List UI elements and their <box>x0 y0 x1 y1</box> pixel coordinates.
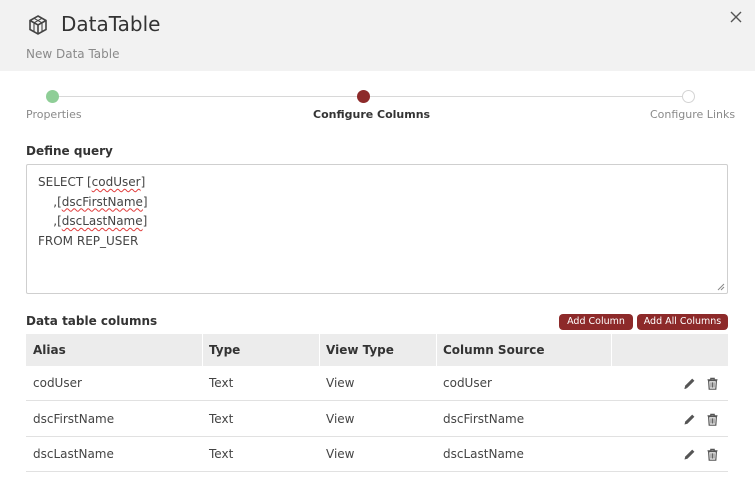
query-line-2: ,[dscFirstName] <box>38 194 148 209</box>
query-line-4: FROM REP_USER <box>38 233 139 248</box>
cell-alias: codUser <box>33 376 82 390</box>
column-header-alias: Alias <box>33 343 66 357</box>
dialog-header: DataTable New Data Table <box>0 0 755 71</box>
pencil-icon[interactable] <box>683 448 696 461</box>
trash-icon[interactable] <box>706 377 719 390</box>
cell-view-type: View <box>326 376 355 390</box>
table-row: dscLastName Text View dscLastName <box>26 437 728 472</box>
cell-type: Text <box>209 447 234 461</box>
cell-column-source: dscLastName <box>443 447 524 461</box>
cell-type: Text <box>209 412 234 426</box>
cell-column-source: dscFirstName <box>443 412 525 426</box>
cell-view-type: View <box>326 447 355 461</box>
cell-view-type: View <box>326 412 355 426</box>
query-textarea[interactable]: SELECT [codUser] ,[dscFirstName] ,[dscLa… <box>26 164 728 294</box>
wizard-stepper: Properties Configure Columns Configure L… <box>0 84 755 129</box>
step-label-configure-links[interactable]: Configure Links <box>650 108 735 121</box>
resize-handle-icon[interactable] <box>717 283 725 291</box>
query-label: Define query <box>26 144 113 158</box>
trash-icon[interactable] <box>706 413 719 426</box>
step-label-configure-columns[interactable]: Configure Columns <box>313 108 430 121</box>
step-dot-configure-links[interactable] <box>682 90 695 103</box>
add-column-button[interactable]: Add Column <box>559 314 633 330</box>
cube-icon <box>29 15 47 35</box>
query-line-3: ,[dscLastName] <box>38 214 148 228</box>
pencil-icon[interactable] <box>683 413 696 426</box>
trash-icon[interactable] <box>706 448 719 461</box>
column-header-column-source: Column Source <box>443 343 545 357</box>
pencil-icon[interactable] <box>683 377 696 390</box>
column-header-type: Type <box>209 343 241 357</box>
dialog-title: DataTable <box>61 12 161 36</box>
table-row: dscFirstName Text View dscFirstName <box>26 402 728 437</box>
cell-column-source: codUser <box>443 376 492 390</box>
step-label-properties[interactable]: Properties <box>26 108 82 121</box>
table-header: Alias Type View Type Column Source <box>26 334 728 366</box>
column-header-view-type: View Type <box>326 343 394 357</box>
step-connector <box>370 96 683 97</box>
add-all-columns-button[interactable]: Add All Columns <box>637 314 728 330</box>
cell-alias: dscFirstName <box>33 412 115 426</box>
step-connector <box>58 96 358 97</box>
cell-type: Text <box>209 376 234 390</box>
cell-alias: dscLastName <box>33 447 114 461</box>
dialog-subtitle: New Data Table <box>26 47 120 61</box>
step-dot-configure-columns[interactable] <box>357 90 370 103</box>
columns-label: Data table columns <box>26 314 158 328</box>
query-line-1: SELECT [codUser] <box>38 175 146 189</box>
table-row: codUser Text View codUser <box>26 366 728 401</box>
close-icon[interactable] <box>728 9 744 25</box>
step-dot-properties[interactable] <box>46 90 59 103</box>
header-divider <box>611 334 612 366</box>
